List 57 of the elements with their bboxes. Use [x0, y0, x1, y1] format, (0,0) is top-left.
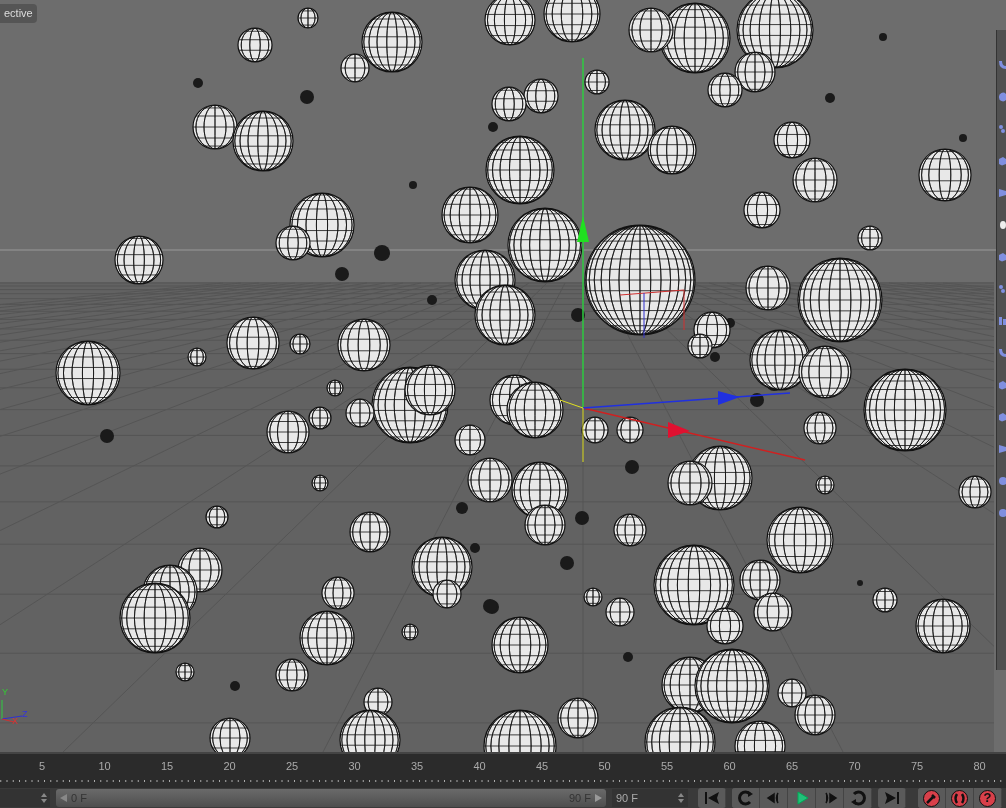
bars-tool-icon[interactable]: [997, 316, 1006, 326]
next-key-button[interactable]: [816, 788, 844, 808]
frame-number: 75: [910, 760, 924, 772]
autokey-button[interactable]: [946, 788, 974, 808]
key-button[interactable]: [918, 788, 946, 808]
axis-label: X: [12, 717, 18, 726]
taper-tool-icon[interactable]: [997, 444, 1006, 454]
right-arrow-icon: [595, 794, 602, 802]
frame-number: 40: [473, 760, 486, 772]
frame-number: 65: [785, 760, 799, 772]
cube-tool-icon[interactable]: [997, 380, 1006, 390]
corner-axis-drawing: [1, 699, 23, 723]
frame-stepper[interactable]: [0, 789, 50, 807]
frame-number: 50: [598, 760, 611, 772]
prev-key-button[interactable]: [760, 788, 788, 808]
axis-label: Z: [22, 710, 28, 719]
frame-number: 45: [535, 760, 549, 772]
frame-number: 25: [285, 760, 299, 772]
play-button[interactable]: [788, 788, 816, 808]
frame-number: 20: [223, 760, 236, 772]
key-icon: [923, 789, 940, 807]
stepper-arrows-icon: [678, 793, 684, 803]
help-button[interactable]: ?: [974, 788, 1002, 808]
frame-number: 60: [723, 760, 736, 772]
bend-tool-icon[interactable]: [997, 60, 1006, 70]
sphere-tool-icon[interactable]: [997, 508, 1006, 518]
frame-number: 80: [973, 760, 986, 772]
taper-tool-icon[interactable]: [997, 188, 1006, 198]
axis-label: Y: [2, 688, 8, 697]
end-frame-field[interactable]: 90 F: [612, 789, 688, 807]
frame-number: 70: [848, 760, 861, 772]
skip-end-icon: [882, 790, 901, 806]
autokey-icon: [951, 789, 968, 807]
dots-tool-icon[interactable]: [997, 284, 1006, 294]
frame-number: 15: [160, 760, 174, 772]
first-button[interactable]: [698, 788, 726, 808]
frame-number: 55: [660, 760, 674, 772]
object-axes-drawing: [619, 289, 685, 339]
frame-number: 5: [38, 760, 46, 772]
loop-back-button[interactable]: [732, 788, 760, 808]
skip-start-icon: [702, 790, 721, 806]
frame-number: 10: [98, 760, 111, 772]
camera-label: ective: [0, 4, 37, 23]
timeline-ruler[interactable]: 5 10 15 20 25 30 35 40 45 50 55 60 65 70 75 80: [0, 752, 1006, 788]
cube-tool-icon[interactable]: [997, 252, 1006, 262]
loop-forward-button[interactable]: [844, 788, 872, 808]
stepper-arrows-icon: [41, 793, 47, 803]
bend-tool-icon[interactable]: [997, 348, 1006, 358]
last-button[interactable]: [878, 788, 906, 808]
dots-tool-icon[interactable]: [997, 124, 1006, 134]
cube-tool-icon[interactable]: [997, 156, 1006, 166]
loop-arrow-icon: [736, 790, 755, 806]
frame-number: 30: [348, 760, 361, 772]
left-arrow-icon: [60, 794, 67, 802]
cube-tool-icon[interactable]: [997, 412, 1006, 422]
frame-number: 35: [410, 760, 424, 772]
sphere-tool-icon[interactable]: [997, 476, 1006, 486]
